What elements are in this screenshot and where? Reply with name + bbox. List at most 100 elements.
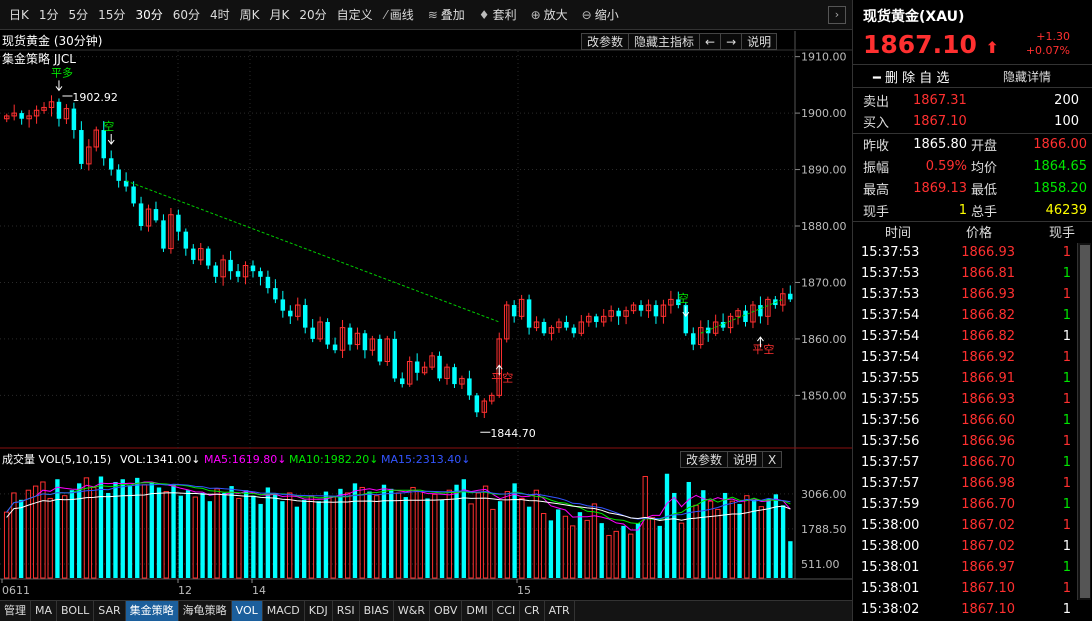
chart-area[interactable]: 现货黄金 (30分钟) 集金策略 JJCL 1910.00 1900.00 1890.0… — [0, 31, 852, 600]
candle-down — [347, 327, 353, 345]
volume-bar-down — [229, 486, 234, 578]
period-4[interactable]: 30分 — [130, 6, 167, 23]
indicator-tab-7[interactable]: MACD — [263, 601, 305, 621]
delete-watchlist-button[interactable]: ━ 删 除 自 选 — [853, 67, 983, 86]
tick-row: 15:37:57 1866.98 1 — [853, 473, 1077, 494]
candle-down — [228, 259, 233, 272]
indicator-tab-10[interactable]: BIAS — [360, 601, 394, 621]
candle-down — [205, 248, 211, 266]
volume-bar-down — [251, 495, 256, 578]
candle-down — [414, 361, 420, 373]
indicator-tab-5[interactable]: 海龟策略 — [179, 601, 232, 621]
tick-row: 15:38:02 1867.10 1 — [853, 599, 1077, 620]
indicator-tab-8[interactable]: KDJ — [305, 601, 333, 621]
tick-row: 15:37:54 1866.82 1 — [853, 305, 1077, 326]
volume-bar-down — [156, 487, 162, 578]
volume-bar-up — [693, 504, 699, 579]
volume-bar-down — [200, 492, 205, 578]
tool-draw-line-button[interactable]: ⁄ 画线 — [378, 6, 421, 23]
period-6[interactable]: 4时 — [205, 6, 235, 23]
vol-tick-label: 511.00 — [801, 558, 840, 571]
period-7[interactable]: 周K — [235, 6, 265, 23]
tool-arbitrage-button[interactable]: ♦ 套利 — [472, 6, 524, 23]
collapse-toolbar-button[interactable]: › — [828, 5, 846, 24]
tick-time: 15:37:55 — [861, 392, 920, 407]
y-tick-label: 1890.00 — [801, 164, 847, 177]
candle-down — [638, 305, 644, 311]
period-0[interactable]: 日K — [4, 6, 34, 23]
vol-btn-2[interactable]: X — [762, 451, 783, 468]
last-price: 1867.10 ⬆ — [863, 30, 999, 59]
main-btn-2[interactable]: ← — [699, 33, 722, 50]
stat-value: 1858.20 — [1033, 181, 1087, 196]
volume-bar-down — [577, 512, 583, 578]
tick-qty: 1 — [1062, 308, 1071, 323]
stat-label: 最低 — [971, 183, 998, 198]
indicator-tab-4[interactable]: 集金策略 — [125, 601, 179, 621]
candlestick-chart[interactable]: 现货黄金 (30分钟) 集金策略 JJCL 1910.00 1900.00 1890.0… — [0, 31, 852, 600]
tick-qty: 1 — [1062, 497, 1071, 512]
period-8[interactable]: 月K — [265, 6, 295, 23]
vol-btn-1[interactable]: 说明 — [727, 451, 764, 468]
vol-btn-0[interactable]: 改参数 — [680, 451, 729, 468]
volume-bar-up — [606, 534, 612, 579]
period-9[interactable]: 20分 — [294, 6, 331, 23]
indicator-tab-3[interactable]: SAR — [94, 601, 126, 621]
indicator-tab-9[interactable]: RSI — [333, 601, 360, 621]
stats-row: 昨收 1865.80 开盘 1866.00 — [853, 134, 1092, 155]
candle-down — [235, 271, 241, 277]
period-10[interactable]: 自定义 — [332, 6, 378, 23]
indicator-tab-16[interactable]: ATR — [545, 601, 575, 621]
volume-bar-down — [526, 506, 532, 578]
indicator-tab-13[interactable]: DMI — [462, 601, 493, 621]
y-tick-label: 1860.00 — [801, 333, 847, 346]
candle-down — [571, 327, 577, 334]
tick-time: 15:37:54 — [861, 329, 920, 344]
indicator-tab-11[interactable]: W&R — [394, 601, 430, 621]
main-btn-4[interactable]: 说明 — [741, 33, 778, 50]
candle-down — [788, 293, 793, 300]
stats-row: 最高 1869.13 最低 1858.20 — [853, 178, 1092, 199]
indicator-tab-2[interactable]: BOLL — [57, 601, 95, 621]
tool-zoom-in-button[interactable]: ⊕ 放大 — [524, 6, 575, 23]
stats-row: 振幅 0.59% 均价 1864.65 — [853, 156, 1092, 177]
main-btn-1[interactable]: 隐藏主指标 — [628, 33, 701, 50]
candle-down — [79, 130, 84, 164]
tick-scrollbar[interactable] — [1077, 243, 1091, 600]
down-arrow-icon — [55, 80, 63, 92]
tool-overlay-button[interactable]: ≋ 叠加 — [421, 6, 472, 23]
tool-zoom-out-button[interactable]: ⊖ 缩小 — [575, 6, 626, 23]
volume-bar-up — [11, 492, 17, 579]
volume-bar-down — [294, 506, 300, 578]
buy-row: 买入 1867.10 100 — [863, 114, 1079, 131]
volume-bar-up — [47, 497, 53, 579]
period-5[interactable]: 60分 — [168, 6, 205, 23]
hide-details-button[interactable]: 隐藏详情 — [983, 68, 1051, 85]
period-3[interactable]: 15分 — [93, 6, 130, 23]
y-tick-label: 1900.00 — [801, 107, 847, 120]
vol-tick-label: 3066.00 — [801, 488, 847, 501]
indicator-tab-6[interactable]: VOL — [231, 601, 263, 621]
candle-down — [452, 367, 457, 385]
volume-bar-down — [439, 499, 445, 578]
indicator-tab-0[interactable]: 管理 — [0, 601, 31, 621]
volume-bar-down — [657, 525, 662, 578]
x-tick-label: 0611 — [2, 584, 30, 597]
candle-down — [258, 271, 263, 277]
period-1[interactable]: 1分 — [34, 6, 64, 23]
indicator-tab-14[interactable]: CCI — [493, 601, 521, 621]
tick-qty: 1 — [1062, 455, 1071, 470]
volume-bar-up — [286, 492, 293, 579]
volume-bar-down — [18, 499, 24, 578]
tick-qty: 1 — [1062, 560, 1071, 575]
period-2[interactable]: 5分 — [64, 6, 94, 23]
instrument-title: 现货黄金(XAU) — [863, 9, 965, 25]
main-btn-0[interactable]: 改参数 — [581, 33, 630, 50]
indicator-tab-1[interactable]: MA — [31, 601, 58, 621]
indicator-tab-12[interactable]: OBV — [430, 601, 463, 621]
indicator-tab-15[interactable]: CR — [520, 601, 545, 621]
main-btn-3[interactable]: → — [720, 33, 743, 50]
volume-bar-down — [461, 479, 466, 578]
tick-qty: 1 — [1062, 329, 1071, 344]
candle-down — [71, 108, 77, 131]
